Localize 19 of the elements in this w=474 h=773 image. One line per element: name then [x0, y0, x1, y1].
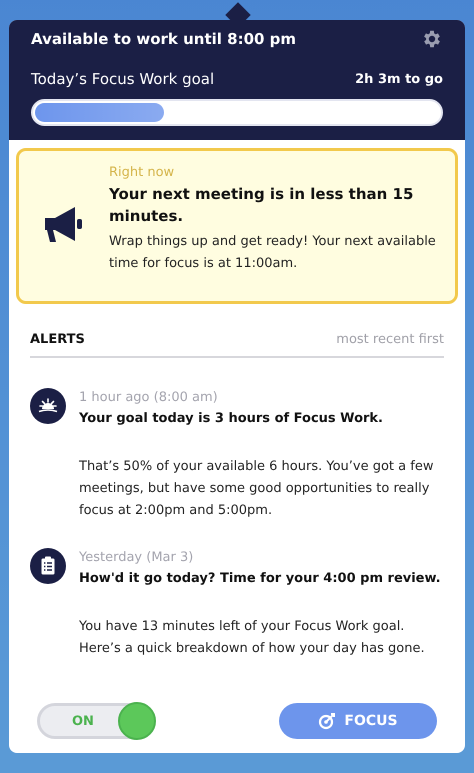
- goal-label: Today’s Focus Work goal: [31, 69, 214, 90]
- clipboard-icon: [30, 548, 66, 584]
- alert-title: How'd it go today? Time for your 4:00 pm review.: [79, 570, 442, 588]
- availability-title: Available to work until 8:00 pm: [31, 28, 296, 50]
- target-icon: [318, 712, 336, 730]
- sunrise-icon: [30, 388, 66, 424]
- notice-body: Wrap things up and get ready! Your next available time for focus is at 11:00am.: [109, 233, 437, 273]
- on-toggle[interactable]: ON: [37, 703, 153, 739]
- goal-remaining: 2h 3m to go: [355, 70, 443, 88]
- alert-body: That’s 50% of your available 6 hours. You’ve got a few meetings, but have some good opportunities to really focus at 2:00pm and 5:00pm.: [79, 458, 434, 520]
- alert-time: Yesterday (Mar 3): [79, 548, 194, 566]
- notice-eyebrow: Right now: [109, 164, 176, 182]
- sort-order-label: most recent first: [336, 331, 444, 349]
- alert-title: Your goal today is 3 hours of Focus Work.: [79, 410, 384, 428]
- focus-button[interactable]: FOCUS: [279, 703, 437, 739]
- alert-time: 1 hour ago (8:00 am): [79, 388, 219, 406]
- alerts-heading: ALERTS: [30, 331, 85, 349]
- notice-title: Your next meeting is in less than 15 minutes.: [109, 184, 414, 227]
- alert-body: You have 13 minutes left of your Focus Work goal. Here’s a quick breakdown of how your day has gone.: [79, 618, 426, 658]
